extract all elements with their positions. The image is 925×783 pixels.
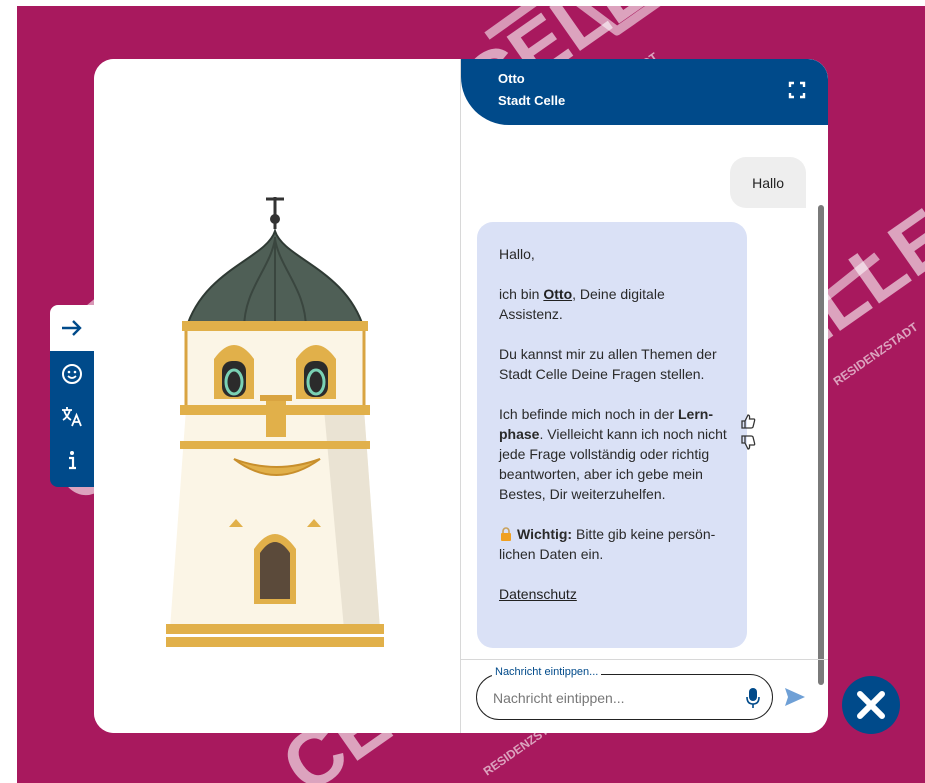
message-list[interactable]: Hallo Hallo, ich bin Otto, Deine digital… — [461, 125, 828, 685]
user-message-text: Hallo — [752, 175, 784, 191]
chat-header: Otto Stadt Celle — [461, 59, 828, 125]
bot-subtitle: Stadt Celle — [498, 93, 566, 108]
side-toolbar — [50, 305, 94, 487]
bot-important: Wichtig: Bitte gib keine persön-lichen D… — [499, 524, 727, 564]
bot-intro-prefix: ich bin — [499, 286, 544, 302]
bot-learning: Ich befinde mich noch in der Lern-phase.… — [499, 404, 727, 504]
close-icon — [857, 691, 885, 719]
chat-window: Otto Stadt Celle Hallo Hallo, ich bin Ot… — [94, 59, 828, 733]
privacy-link[interactable]: Datenschutz — [499, 586, 577, 602]
otto-tower-avatar — [166, 197, 384, 647]
close-button[interactable] — [842, 676, 900, 734]
microphone-icon[interactable] — [746, 687, 760, 709]
thumbs-up-icon[interactable] — [740, 413, 756, 429]
bot-topics: Du kannst mir zu allen Themen der Stadt … — [499, 346, 717, 382]
collapse-button[interactable] — [50, 305, 94, 351]
user-message: Hallo — [730, 157, 806, 208]
page-background: CELLE CELLE CELLE CELLE RESIDENZSTADT RE… — [17, 6, 925, 783]
send-icon[interactable] — [784, 686, 806, 708]
chat-pane: Otto Stadt Celle Hallo Hallo, ich bin Ot… — [461, 59, 828, 733]
avatar-pane — [94, 59, 460, 733]
input-area: Nachricht eintippen... — [461, 659, 828, 733]
bot-learning-prefix: Ich befinde mich noch in der — [499, 406, 678, 422]
lock-icon — [501, 527, 511, 541]
info-icon[interactable] — [59, 447, 85, 473]
bot-important-label: Wichtig: — [517, 526, 573, 542]
emoji-icon[interactable] — [59, 361, 85, 387]
translate-icon[interactable] — [59, 403, 85, 429]
message-field-label: Nachricht eintippen... — [492, 666, 602, 678]
bot-message: Hallo, ich bin Otto, Deine digitale Assi… — [477, 222, 747, 648]
bot-name: Otto — [498, 71, 525, 86]
side-menu — [50, 351, 94, 487]
message-input[interactable] — [491, 687, 735, 709]
thumbs-down-icon[interactable] — [740, 435, 756, 451]
fullscreen-icon[interactable] — [788, 81, 806, 99]
otto-link[interactable]: Otto — [543, 286, 572, 302]
scrollbar[interactable] — [818, 205, 824, 685]
arrow-right-icon — [62, 320, 82, 336]
watermark-tagline-2: RESIDENZSTADT — [831, 319, 921, 388]
bot-intro: ich bin Otto, Deine digitale Assistenz. — [499, 284, 727, 324]
bot-greeting: Hallo, — [499, 246, 535, 262]
message-field: Nachricht eintippen... — [476, 666, 773, 720]
